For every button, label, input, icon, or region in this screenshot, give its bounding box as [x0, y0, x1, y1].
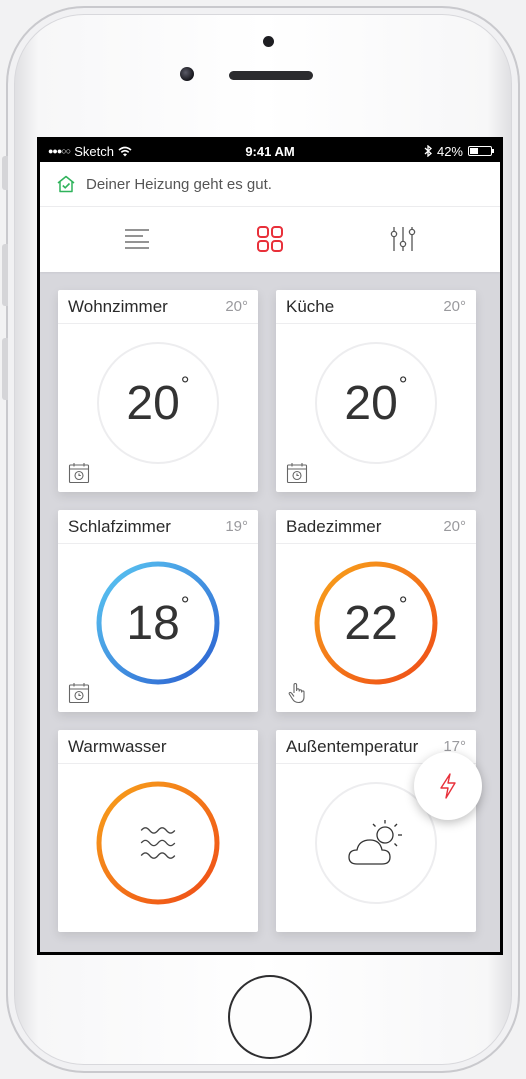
list-icon	[124, 229, 149, 249]
earpiece-speaker	[229, 71, 313, 80]
temperature-dial[interactable]: 20 °	[313, 340, 439, 466]
room-name: Warmwasser	[68, 736, 167, 756]
current-temperature: 18 °	[95, 560, 221, 686]
room-card-header: Badezimmer 20°	[276, 510, 476, 544]
room-setpoint: 20°	[443, 298, 466, 315]
heating-status: Deiner Heizung geht es gut.	[40, 162, 500, 207]
grid-icon	[256, 226, 283, 252]
mute-switch	[2, 156, 8, 190]
proximity-sensor	[263, 36, 274, 47]
room-card[interactable]: Schlafzimmer 19° 18 °	[58, 510, 258, 712]
temperature-value: 18	[126, 596, 180, 650]
schedule-mode[interactable]	[68, 462, 90, 484]
temperature-dial[interactable]: 18 °	[95, 560, 221, 686]
temperature-dial[interactable]: 20 °	[95, 340, 221, 466]
manual-mode[interactable]	[286, 682, 308, 704]
room-name: Schlafzimmer	[68, 516, 171, 536]
schedule-mode[interactable]	[286, 462, 308, 484]
temperature-value: 20	[126, 376, 180, 430]
lightning-icon	[440, 773, 456, 799]
room-grid: Wohnzimmer 20° 20 ° Küche 20° 20 ° Schlafzim…	[58, 290, 484, 932]
front-camera	[180, 67, 194, 81]
room-name: Küche	[286, 296, 335, 316]
room-name: Wohnzimmer	[68, 296, 168, 316]
status-message: Deiner Heizung geht es gut.	[86, 175, 272, 193]
temperature-dial[interactable]: 22 °	[313, 560, 439, 686]
carrier-label: Sketch	[74, 143, 114, 159]
quick-action-button[interactable]	[414, 752, 482, 820]
view-tabs	[40, 207, 500, 271]
room-card-header: Warmwasser	[58, 730, 258, 764]
room-card[interactable]: Warmwasser	[58, 730, 258, 932]
home-button[interactable]	[228, 975, 312, 1059]
room-card[interactable]: Badezimmer 20° 22 °	[276, 510, 476, 712]
battery-icon	[468, 146, 494, 156]
signal-icon: ●●●○○	[48, 146, 71, 156]
room-setpoint: 20°	[443, 518, 466, 535]
schedule-icon	[286, 463, 308, 484]
degree-symbol: °	[180, 372, 190, 397]
volume-up-button	[2, 244, 8, 306]
room-name: Außentemperatur	[286, 736, 419, 756]
temperature-value: 22	[344, 596, 398, 650]
battery-percent: 42%	[436, 143, 463, 159]
room-card[interactable]: Küche 20° 20 °	[276, 290, 476, 492]
tab-grid[interactable]	[246, 219, 294, 259]
room-card-header: Küche 20°	[276, 290, 476, 324]
room-setpoint: 19°	[225, 518, 248, 535]
temperature-value: 20	[344, 376, 398, 430]
degree-symbol: °	[180, 592, 190, 617]
current-temperature: 22 °	[313, 560, 439, 686]
current-temperature: 20 °	[95, 340, 221, 466]
degree-symbol: °	[398, 372, 408, 397]
schedule-mode[interactable]	[68, 682, 90, 704]
status-bar: ●●●○○ Sketch 9:41 AM 42%	[40, 140, 500, 162]
water-waves-icon	[140, 827, 176, 859]
room-card-header: Schlafzimmer 19°	[58, 510, 258, 544]
app-header: Deiner Heizung geht es gut.	[40, 162, 500, 272]
schedule-icon	[68, 683, 90, 704]
partly-cloudy-icon	[348, 820, 402, 865]
sliders-icon	[391, 227, 416, 251]
volume-down-button	[2, 338, 8, 400]
tab-settings[interactable]	[379, 219, 427, 259]
wifi-icon	[118, 146, 132, 156]
room-name: Badezimmer	[286, 516, 382, 536]
temperature-dial[interactable]	[95, 780, 221, 906]
home-check-icon	[57, 175, 75, 193]
bluetooth-icon	[424, 145, 432, 157]
room-setpoint: 20°	[225, 298, 248, 315]
schedule-icon	[68, 463, 90, 484]
tab-list[interactable]	[113, 219, 161, 259]
room-card-header: Wohnzimmer 20°	[58, 290, 258, 324]
degree-symbol: °	[398, 592, 408, 617]
current-temperature: 20 °	[313, 340, 439, 466]
room-card[interactable]: Wohnzimmer 20° 20 °	[58, 290, 258, 492]
manual-mode-icon	[288, 682, 305, 704]
screen: ●●●○○ Sketch 9:41 AM 42% Deiner Heizung …	[37, 137, 503, 955]
